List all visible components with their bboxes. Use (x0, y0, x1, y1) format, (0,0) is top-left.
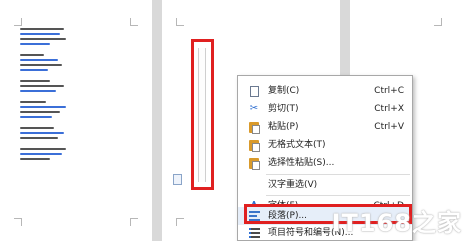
page-gutter (152, 0, 162, 241)
page-corner-mark (14, 18, 22, 26)
page-corner-mark (130, 218, 138, 226)
paste-icon (248, 121, 260, 134)
menu-item-label: 剪切(T) (268, 104, 299, 114)
menu-item-paste-special[interactable]: 选择性粘贴(S)... (238, 154, 412, 172)
page-corner-mark (176, 18, 184, 26)
menu-item-reconvert[interactable]: 汉字重选(V) (238, 176, 412, 194)
document-icon (173, 174, 182, 185)
menu-item-label: 无格式文本(T) (268, 140, 326, 150)
menu-item-label: 段落(P)... (268, 211, 308, 221)
menu-item-shortcut: Ctrl+C (374, 86, 404, 96)
page-corner-mark (434, 18, 442, 26)
menu-item-cut[interactable]: ✂ 剪切(T) Ctrl+X (238, 100, 412, 118)
menu-item-label: 选择性粘贴(S)... (268, 158, 335, 168)
menu-item-shortcut: Ctrl+V (374, 122, 404, 132)
watermark-logo: IT168之家 (331, 209, 462, 237)
menu-item-label: 复制(C) (268, 86, 300, 96)
menu-separator (266, 174, 410, 175)
menu-separator (266, 195, 410, 196)
menu-item-label: 汉字重选(V) (268, 180, 318, 190)
paste-special-icon (248, 157, 260, 170)
paste-plain-icon (248, 139, 260, 152)
menu-item-paste[interactable]: 粘贴(P) Ctrl+V (238, 118, 412, 136)
menu-item-shortcut: Ctrl+X (374, 104, 404, 114)
copy-icon (248, 85, 260, 97)
paragraph-icon (248, 210, 260, 222)
page-corner-mark (130, 18, 138, 26)
menu-item-label: 粘贴(P) (268, 122, 299, 132)
cut-icon: ✂ (249, 103, 259, 114)
selected-text-column[interactable] (198, 48, 206, 182)
bullets-numbering-icon (248, 227, 260, 239)
document-body-text[interactable] (20, 28, 68, 163)
page-corner-mark (176, 218, 184, 226)
menu-item-paste-plain-text[interactable]: 无格式文本(T) (238, 136, 412, 154)
document-page-left[interactable] (0, 0, 152, 241)
document-workspace: 复制(C) Ctrl+C ✂ 剪切(T) Ctrl+X 粘贴(P) Ctrl+V… (0, 0, 466, 241)
page-corner-mark (14, 218, 22, 226)
menu-item-copy[interactable]: 复制(C) Ctrl+C (238, 82, 412, 100)
